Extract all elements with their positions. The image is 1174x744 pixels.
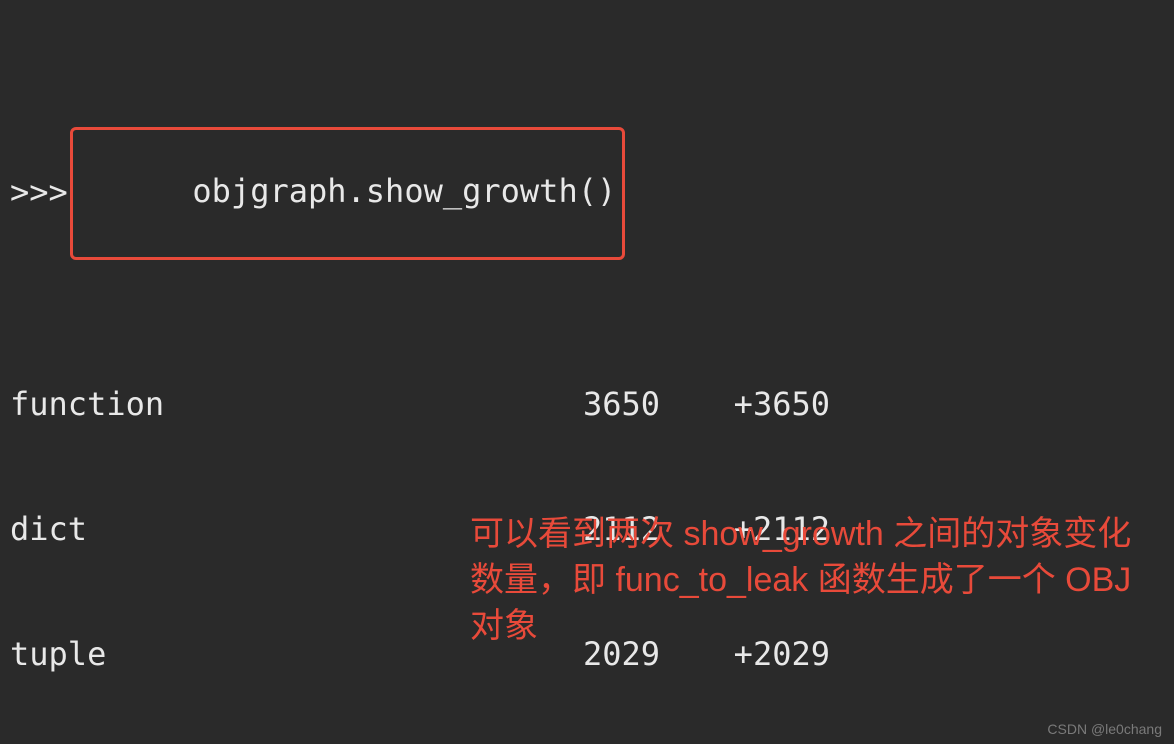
type-name: function — [10, 384, 540, 426]
type-name: tuple — [10, 634, 540, 676]
watermark: CSDN @le0chang — [1047, 720, 1162, 738]
annotation-text: 可以看到两次 show_growth 之间的对象变化数量，即 func_to_l… — [470, 512, 1160, 650]
type-delta: +3650 — [660, 384, 830, 426]
code-call: objgraph.show_growth() — [192, 172, 616, 210]
type-name: dict — [10, 509, 540, 551]
repl-prompt: >>> — [10, 172, 68, 214]
type-count: 3650 — [540, 384, 660, 426]
highlight-call-show-growth-1: objgraph.show_growth() — [70, 127, 625, 260]
growth-row: function 3650 +3650 — [10, 384, 1164, 426]
repl-line-1[interactable]: >>> objgraph.show_growth() — [10, 127, 1164, 260]
